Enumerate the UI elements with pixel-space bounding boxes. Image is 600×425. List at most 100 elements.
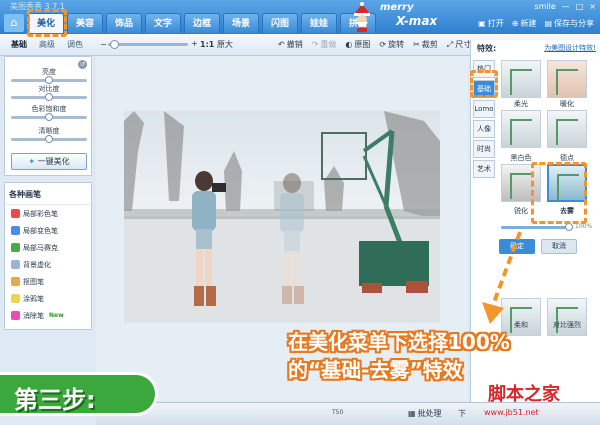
highlight-basic-category [470, 70, 498, 98]
watermark-url: www.jb51.net [484, 408, 539, 417]
brush-icon [11, 209, 20, 218]
new-badge: New [49, 312, 64, 319]
window-controls: smile — □ × [534, 2, 596, 11]
zoom-in-icon[interactable]: + [191, 39, 198, 48]
home-icon[interactable]: ⌂ [4, 14, 24, 32]
santa-icon [354, 2, 370, 32]
brush-panel: 各种画笔 局部彩色笔 局部变色笔 局部马赛克 背景虚化 抠图笔 涂鸦笔 消除笔 N… [4, 182, 92, 330]
brush-mosaic[interactable]: 局部马赛克 [5, 239, 91, 256]
original-icon: ◐ [345, 40, 353, 49]
adjust-subtabs: 基础 高级 调色 [8, 38, 86, 51]
save-share-button[interactable]: ▤ 保存与分享 [544, 18, 594, 29]
download-button[interactable]: 下 [458, 408, 466, 419]
design-effects-link[interactable]: 为美图设计特效! [544, 43, 596, 53]
effect-label: 柔光 [514, 100, 528, 108]
brush-local-color[interactable]: 局部彩色笔 [5, 205, 91, 222]
brush-icon [11, 294, 20, 303]
saturation-slider[interactable]: 色彩饱和度 [11, 104, 87, 121]
zoom-out-icon[interactable]: − [100, 40, 107, 49]
minimize-button[interactable]: — [562, 2, 570, 11]
category-lomo[interactable]: Lomo [473, 100, 495, 118]
original-button[interactable]: ◐ 原图 [345, 39, 370, 50]
undo-button[interactable]: ↶ 撤销 [278, 39, 303, 50]
step-label: 第三步: [14, 386, 96, 414]
crop-icon: ✂ [413, 40, 420, 49]
effect-intensity-knob[interactable] [565, 223, 573, 231]
contrast-slider[interactable]: 对比度 [11, 84, 87, 101]
brush-cutout[interactable]: 抠图笔 [5, 273, 91, 290]
redo-button[interactable]: ↷ 重做 [312, 39, 337, 50]
brush-icon [11, 226, 20, 235]
step-badge: 第三步: [0, 372, 158, 416]
batch-button[interactable]: ▦ 批处理 [408, 408, 442, 419]
new-button[interactable]: ⊕ 新建 [512, 18, 537, 29]
crop-button[interactable]: ✂ 裁剪 [413, 39, 438, 50]
tab-beauty[interactable]: 美容 [67, 13, 103, 33]
batch-icon: ▦ [408, 409, 416, 418]
caption-line-1: 在美化菜单下选择100% [288, 330, 510, 354]
effect-intensity-value: 100% [575, 223, 593, 230]
effect-cancel-button[interactable]: 取消 [541, 239, 577, 254]
slider-knob[interactable] [45, 76, 53, 84]
slider-knob[interactable] [45, 135, 53, 143]
brush-eraser[interactable]: 消除笔 New [5, 307, 91, 324]
effect-label: 暖化 [560, 100, 574, 108]
top-actions: ▣ 打开 ⊕ 新建 ▤ 保存与分享 [478, 18, 594, 29]
photo-canvas[interactable] [124, 111, 440, 323]
effect-thumb-soft-light[interactable] [501, 110, 541, 148]
category-fashion[interactable]: 时尚 [473, 140, 495, 158]
brush-icon [11, 243, 20, 252]
slider-knob[interactable] [45, 113, 53, 121]
category-art[interactable]: 艺术 [473, 160, 495, 178]
subtab-basic[interactable]: 基础 [8, 38, 30, 51]
zoom-readout: T50 [332, 409, 344, 416]
rotate-icon: ⟳ [379, 40, 387, 49]
brush-panel-header: 各种画笔 [5, 183, 91, 205]
effect-thumb[interactable] [501, 60, 541, 98]
tab-flash[interactable]: 闪图 [262, 13, 298, 33]
tab-scene[interactable]: 场景 [223, 13, 259, 33]
photo-image [124, 111, 440, 323]
one-key-beautify-button[interactable]: ✦ 一键美化 [11, 153, 87, 170]
skin-button[interactable]: smile [534, 2, 555, 11]
open-button[interactable]: ▣ 打开 [478, 18, 504, 29]
zoom-slider[interactable] [108, 40, 188, 49]
brush-local-recolor[interactable]: 局部变色笔 [5, 222, 91, 239]
tab-doll[interactable]: 娃娃 [301, 13, 337, 33]
main-tabs: 美化 美容 饰品 文字 边框 场景 闪图 娃娃 拼图 [28, 13, 376, 33]
resize-icon: ⤢ [446, 39, 454, 49]
banner-xmax: X-max [396, 14, 438, 28]
brush-icon [11, 277, 20, 286]
effects-title: 特效: [477, 44, 497, 53]
effect-thumb-warm[interactable] [547, 110, 587, 148]
plus-icon: ⊕ [511, 19, 519, 28]
highlight-beautify-tab [27, 9, 67, 37]
folder-icon: ▣ [478, 19, 486, 28]
tab-text[interactable]: 文字 [145, 13, 181, 33]
slider-knob[interactable] [45, 93, 53, 101]
brush-icon [11, 311, 20, 320]
effect-thumb[interactable] [547, 60, 587, 98]
banner-merry: merry [380, 2, 414, 13]
subtab-advanced[interactable]: 高级 [36, 38, 58, 51]
actual-size-button[interactable]: 1:1 原大 [200, 39, 233, 50]
redo-icon: ↷ [311, 40, 319, 49]
close-button[interactable]: × [589, 2, 596, 11]
category-portrait[interactable]: 人像 [473, 120, 495, 138]
tab-accessories[interactable]: 饰品 [106, 13, 142, 33]
brush-icon [11, 260, 20, 269]
maximize-button[interactable]: □ [576, 2, 584, 11]
magic-wand-icon: ✦ [28, 157, 36, 166]
sharpness-slider[interactable]: 清晰度 [11, 126, 87, 143]
brush-blur-background[interactable]: 背景虚化 [5, 256, 91, 273]
resize-button[interactable]: ⤢ 尺寸 [447, 39, 471, 50]
brush-doodle[interactable]: 涂鸦笔 [5, 290, 91, 307]
subtab-color[interactable]: 调色 [64, 38, 86, 51]
rotate-button[interactable]: ⟳ 旋转 [379, 39, 404, 50]
save-icon: ▤ [544, 19, 552, 28]
zoom-slider-knob[interactable] [110, 40, 119, 49]
tab-border[interactable]: 边框 [184, 13, 220, 33]
highlight-dehaze-effect [531, 162, 587, 224]
adjust-panel: ↺ 亮度 对比度 色彩饱和度 清晰度 ✦ 一键美化 [4, 56, 92, 176]
brightness-slider[interactable]: 亮度 [11, 67, 87, 84]
